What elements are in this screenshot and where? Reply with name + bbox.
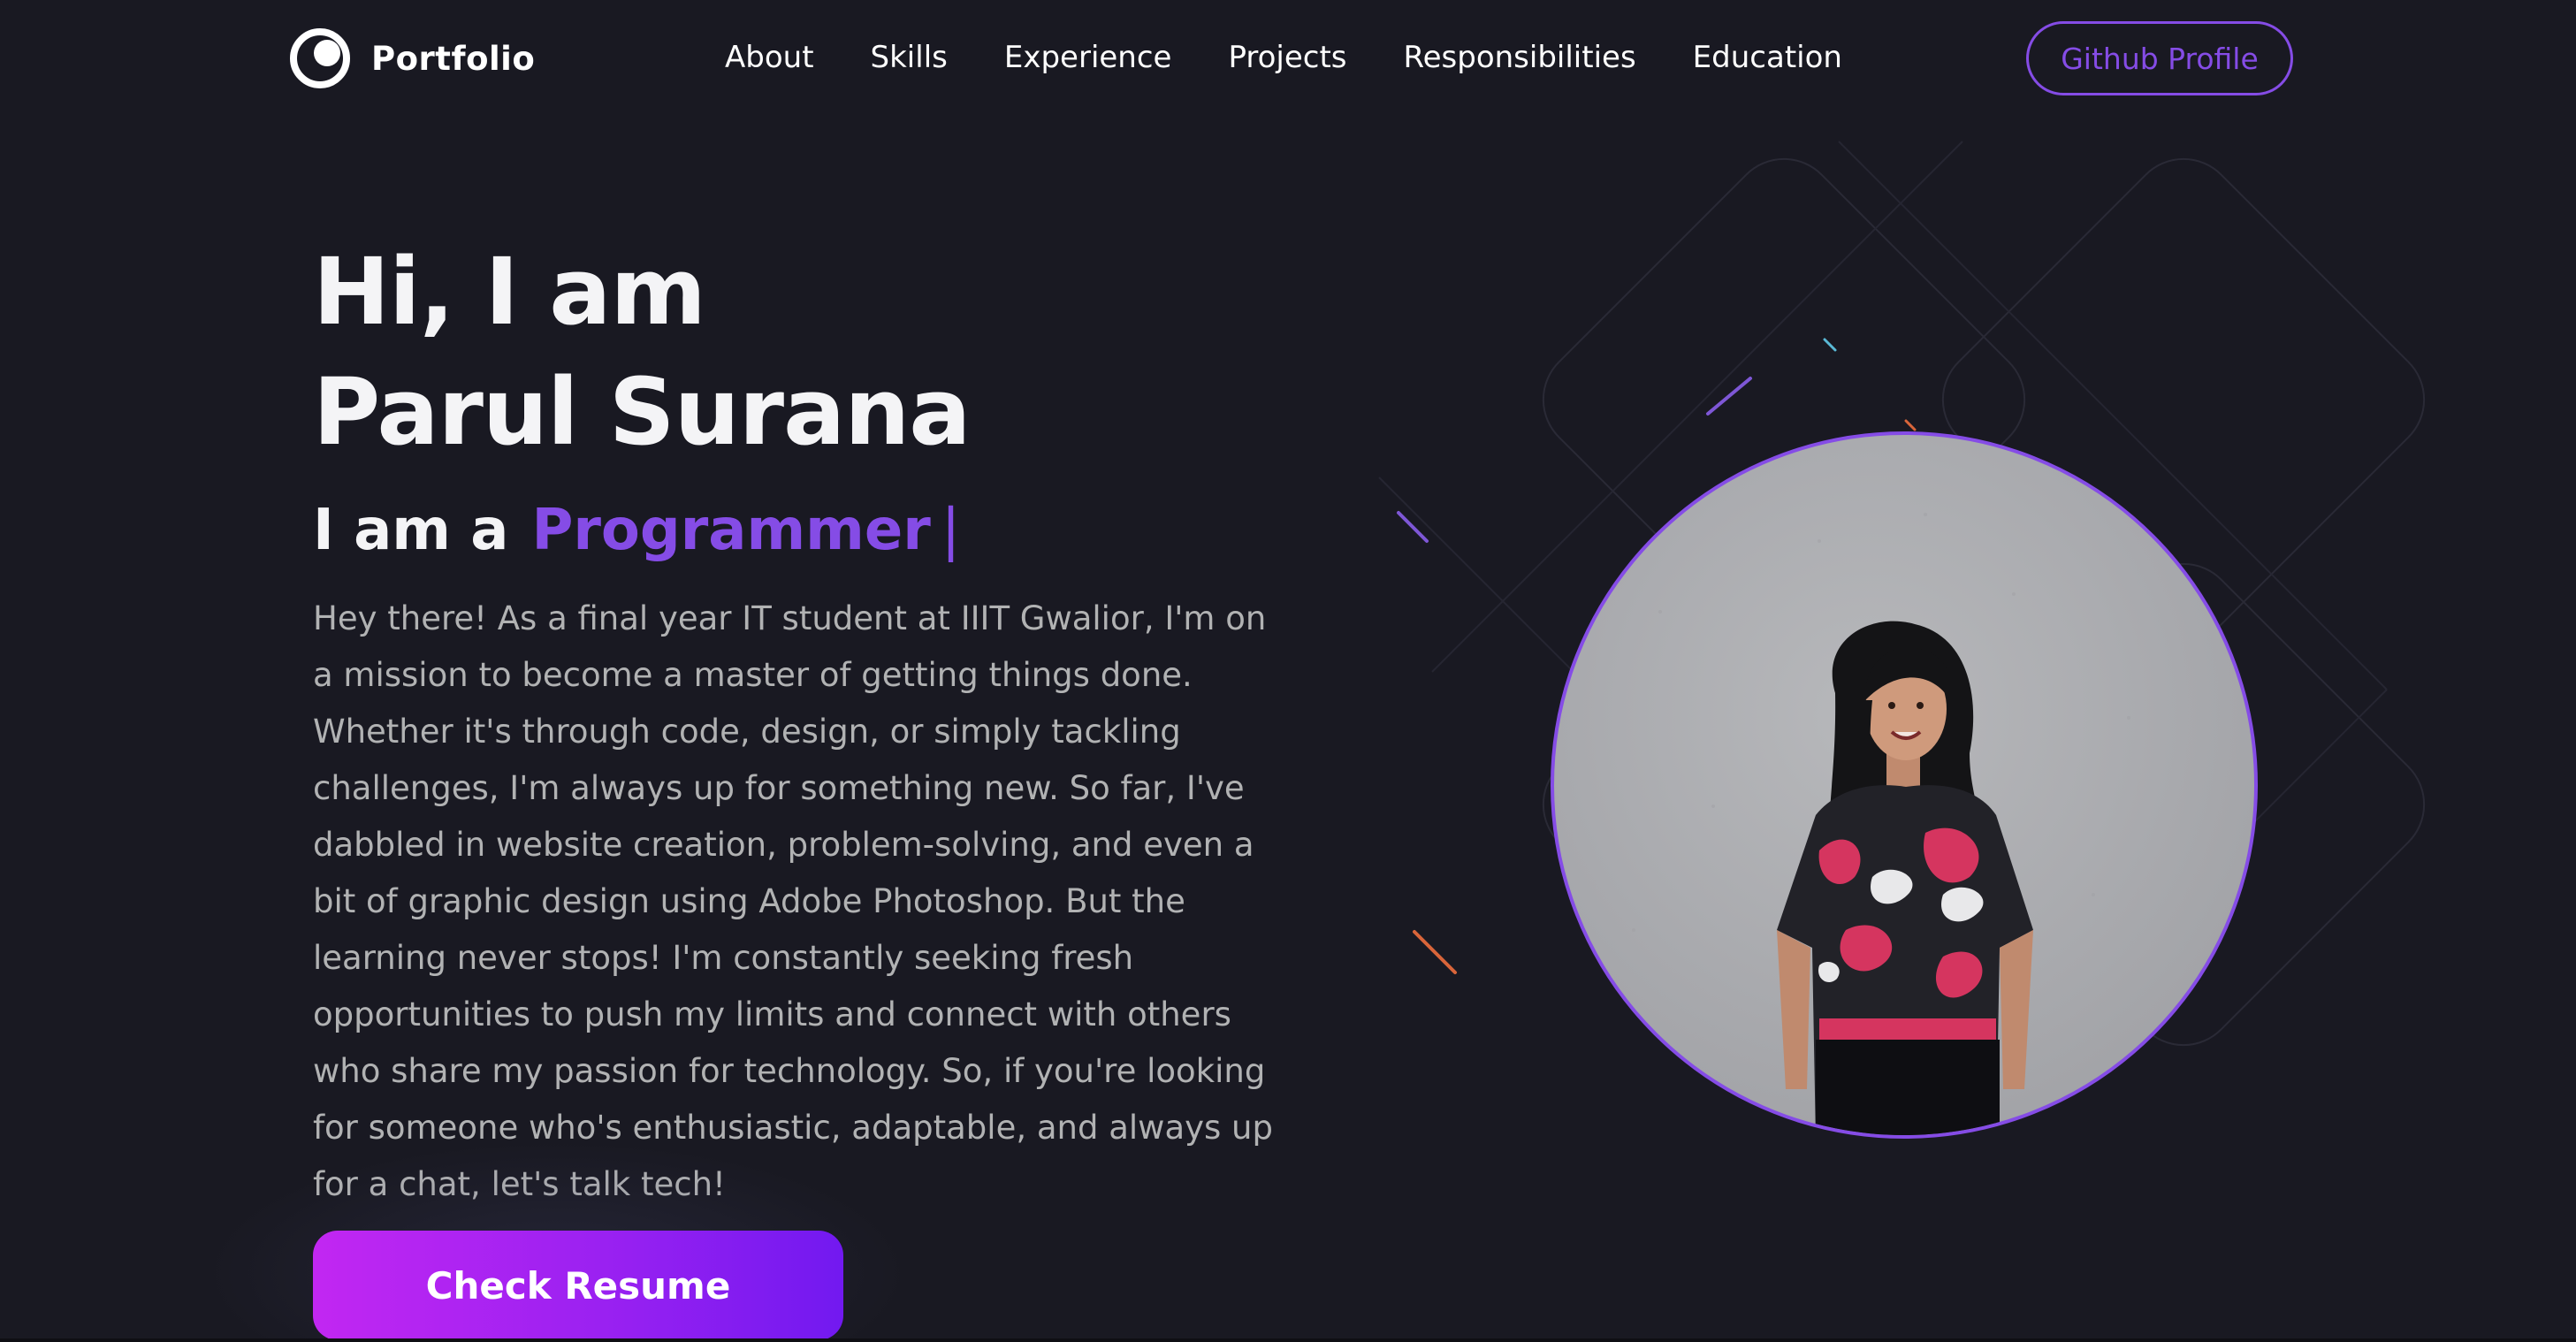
portfolio-page: Portfolio About Skills Experience Projec… xyxy=(0,0,2576,1342)
page-divider xyxy=(0,1338,2576,1342)
hero-greeting: Hi, I am xyxy=(313,238,706,346)
nav-link-skills[interactable]: Skills xyxy=(871,40,948,75)
profile-photo xyxy=(1551,431,2258,1139)
navbar: Portfolio About Skills Experience Projec… xyxy=(0,0,2576,115)
brand[interactable]: Portfolio xyxy=(288,27,535,90)
nav-link-about[interactable]: About xyxy=(725,40,814,75)
check-resume-button[interactable]: Check Resume xyxy=(313,1231,843,1340)
nav-links: About Skills Experience Projects Respons… xyxy=(725,30,1842,85)
typing-cursor: | xyxy=(941,498,961,563)
role-prefix: I am a xyxy=(313,498,509,563)
role-word: Programmer xyxy=(531,498,931,563)
hero-name: Parul Surana xyxy=(313,358,971,466)
nav-link-responsibilities[interactable]: Responsibilities xyxy=(1404,40,1636,75)
nav-link-experience[interactable]: Experience xyxy=(1004,40,1172,75)
hero-title: Hi, I am Parul Surana xyxy=(313,232,971,472)
github-profile-button[interactable]: Github Profile xyxy=(2026,21,2293,95)
nav-link-education[interactable]: Education xyxy=(1693,40,1842,75)
role-typewriter: I am a Programmer | xyxy=(313,493,960,568)
hero-bio: Hey there! As a final year IT student at… xyxy=(313,599,1273,1203)
brand-name: Portfolio xyxy=(371,39,536,78)
nav-link-projects[interactable]: Projects xyxy=(1228,40,1346,75)
portfolio-logo-icon xyxy=(290,28,350,88)
person-illustration xyxy=(1632,513,2130,1135)
